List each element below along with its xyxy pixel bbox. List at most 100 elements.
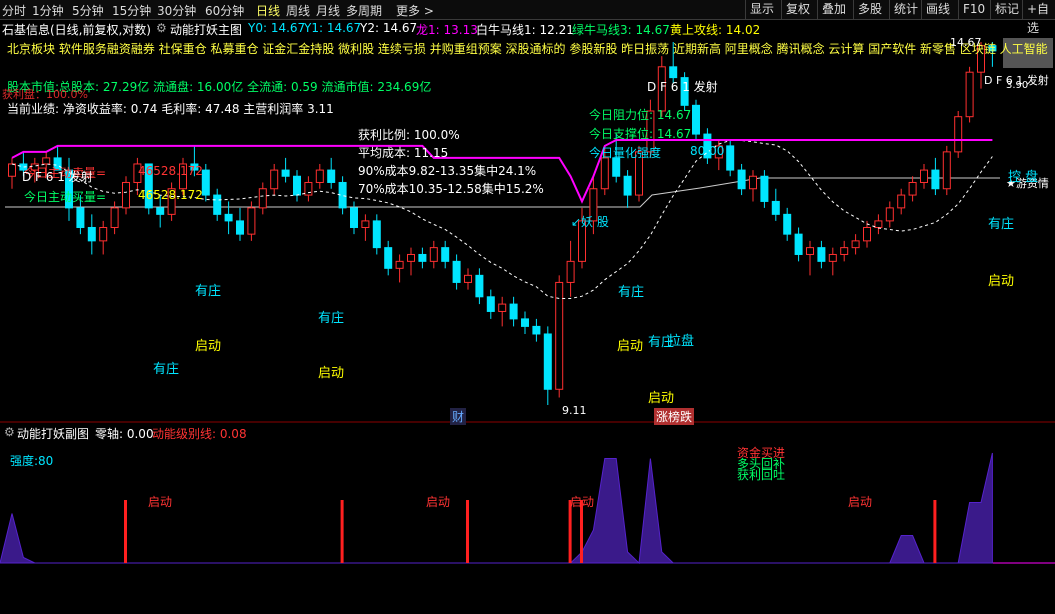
signal-label: 有庄 — [153, 362, 180, 377]
demon-tag: ↙妖 股 — [571, 215, 609, 229]
price-right: 3.90 — [1006, 80, 1029, 91]
candle-body — [509, 303, 518, 320]
signal-label: 有庄 — [318, 311, 345, 326]
candle-body — [236, 220, 244, 235]
candle-body — [669, 66, 678, 79]
candle-body — [851, 240, 860, 249]
chip-70: 70%成本10.35-12.58集中15.2% — [358, 182, 544, 196]
sub-strength: 强度:80 — [10, 454, 54, 468]
signal-label: 有庄 — [618, 285, 645, 300]
candle-body — [521, 318, 529, 327]
candle-body — [794, 233, 803, 255]
chip-avg-cost: 平均成本: 11.15 — [358, 146, 449, 160]
candle-body — [920, 169, 928, 183]
candle-body — [749, 175, 757, 190]
candle-body — [224, 213, 233, 222]
signal-label: 启动 — [195, 339, 222, 354]
candle-body — [760, 175, 769, 202]
support: 今日支撑位: 14.67 — [589, 127, 692, 141]
candle-body — [418, 253, 427, 262]
sub-title[interactable]: 动能打妖副图 — [17, 425, 89, 442]
candle-body — [954, 116, 963, 153]
candle-body — [327, 169, 336, 183]
signal-label: 启动 — [617, 339, 644, 354]
candle-body — [247, 207, 256, 235]
candle-body — [771, 200, 780, 215]
candle-body — [931, 169, 940, 190]
candle-body — [600, 157, 609, 190]
chip-profit-ratio: 获利比例: 100.0% — [358, 128, 460, 142]
strength-label: 今日量化强度 — [589, 146, 662, 160]
candle-body — [361, 220, 370, 228]
candle-body — [464, 274, 472, 283]
candle-body — [213, 194, 222, 215]
signal-label: 有庄 — [988, 217, 1015, 232]
chip-90: 90%成本9.82-13.35集中24.1% — [358, 164, 537, 178]
candle-body — [623, 175, 632, 196]
signal-label: 启动 — [648, 391, 675, 406]
candle-body — [99, 226, 108, 242]
sub-level-value: 动能级别线: 0.08 — [152, 427, 247, 441]
candle-body — [737, 169, 746, 190]
candle-body — [304, 181, 313, 196]
sub-spike — [340, 500, 344, 563]
candle-body — [475, 274, 484, 298]
active-buy-label: 今日主动买量= — [24, 190, 107, 204]
candle-body — [350, 207, 358, 228]
candle-body — [384, 247, 393, 269]
candle-body — [110, 207, 119, 228]
candle-body — [965, 71, 974, 118]
sub-launch-label: 启动 — [848, 495, 873, 509]
sub-spike — [933, 500, 937, 563]
candle-body — [566, 260, 575, 283]
candle-body — [908, 181, 917, 196]
candle-body — [76, 207, 85, 228]
limit-tag[interactable]: 涨榜跌 — [654, 408, 695, 425]
news-tag[interactable]: 财 — [450, 408, 467, 425]
sub-spike — [124, 500, 127, 563]
df61-left: D F 6 1 发射 — [22, 170, 93, 184]
candle-body — [874, 220, 883, 228]
sub-launch-label: 启动 — [570, 495, 595, 509]
candle-body — [452, 260, 461, 283]
candle-body — [281, 169, 290, 177]
candle-body — [201, 169, 210, 196]
price-low: 9.11 — [562, 404, 587, 417]
performance-line: 当前业绩: 净资收益率: 0.74 毛利率: 47.48 主营利润率 3.11 — [7, 102, 334, 116]
price-top: 14.67 — [950, 36, 982, 49]
candle-body — [806, 247, 814, 255]
candle-body — [156, 207, 165, 215]
signal-label: 拉盘 — [668, 334, 695, 349]
candle-body — [863, 226, 871, 242]
signal-label: 有庄 — [195, 284, 222, 299]
active-sell-value: 46528.172 — [138, 164, 203, 178]
active-buy-value: 46528.172 — [138, 188, 203, 202]
signal-label: 启动 — [318, 366, 345, 381]
concept-tags: 北京板块 软件服务融资融券 社保重仓 私募重仓 证金汇金持股 微利股 连续亏损 … — [7, 42, 1048, 56]
sub-gear-icon[interactable]: ⚙ — [4, 425, 15, 439]
candle-body — [885, 207, 894, 222]
signal-label: 控 盘 — [1008, 170, 1039, 185]
df61-mid: D F 6 1 发射 — [647, 80, 718, 94]
sub-launch-label: 启动 — [148, 495, 173, 509]
candle-body — [532, 325, 541, 335]
candle-body — [441, 247, 450, 262]
candle-body — [258, 188, 267, 209]
sub-zero-value: 零轴: 0.00 — [95, 427, 154, 441]
signal-label: 启动 — [988, 274, 1015, 289]
candle-body — [372, 220, 381, 249]
candle-body — [315, 169, 324, 183]
candle-body — [87, 226, 96, 242]
resistance: 今日阻力位: 14.67 — [589, 108, 692, 122]
candle-body — [8, 163, 16, 177]
candle-body — [817, 247, 826, 262]
candle-body — [897, 194, 906, 209]
candle-body — [543, 333, 552, 390]
sub-spike — [466, 500, 469, 563]
candle-body — [783, 213, 792, 235]
candles — [8, 42, 997, 405]
signal-take-profit: 获利回吐 — [737, 468, 786, 482]
candle-body — [293, 175, 301, 196]
candle-body — [828, 253, 837, 262]
candle-body — [429, 247, 438, 262]
